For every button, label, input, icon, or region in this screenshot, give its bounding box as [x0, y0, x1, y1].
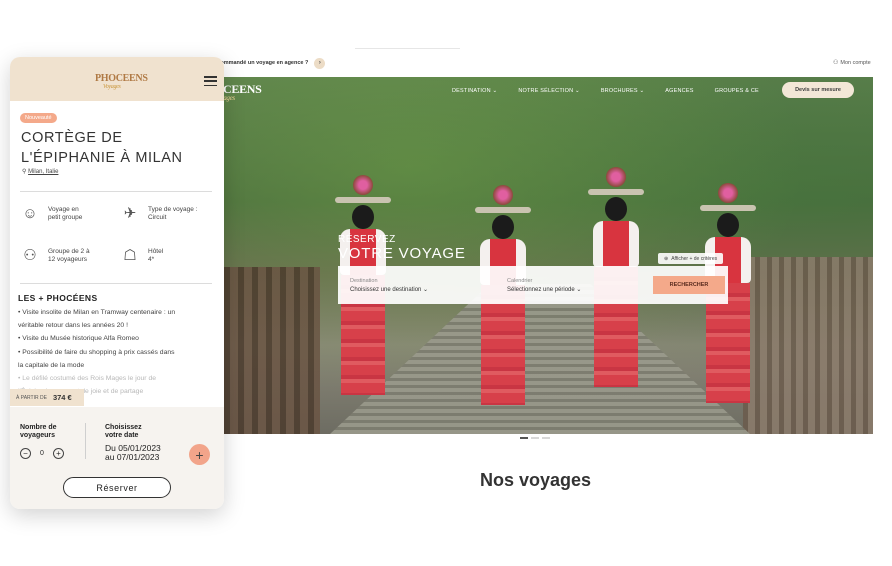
group-icon: ☺	[22, 205, 38, 222]
nav-item-agences[interactable]: AGENCES	[665, 88, 693, 94]
bridge-deck	[330, 284, 750, 434]
user-icon: ⚇	[833, 60, 839, 66]
trip-title: CORTÈGE DE L'ÉPIPHANIE À MILAN	[21, 130, 183, 166]
account-label: Mon compte	[840, 59, 871, 66]
bridge-rail-right	[743, 257, 873, 434]
minus-icon[interactable]: −	[20, 448, 31, 459]
carousel-dot[interactable]	[542, 437, 550, 439]
new-badge: Nouveauté	[20, 113, 57, 123]
divider	[85, 423, 86, 459]
nav-item-groupes[interactable]: GROUPES & CE	[715, 88, 759, 94]
highlights-list: • Visite insolite de Milan en Tramway ce…	[18, 306, 218, 398]
nav-item-selection[interactable]: NOTRE SÉLECTION ⌄	[518, 88, 580, 94]
plane-icon: ✈	[123, 205, 137, 222]
hero-figure	[475, 185, 531, 405]
divider	[20, 191, 212, 192]
travelers-count: 0	[40, 450, 44, 457]
divider	[20, 283, 212, 284]
date-label: Choisissez votre date	[105, 424, 142, 439]
price-tag: À PARTIR DE 374 €	[10, 389, 84, 406]
plus-circle-icon: ⊕	[664, 255, 669, 262]
main-nav: DESTINATION ⌄ NOTRE SÉLECTION ⌄ BROCHURE…	[452, 88, 759, 94]
carousel-dots	[520, 437, 550, 439]
destination-select[interactable]: Destination Choisissez une destination ⌄	[338, 278, 495, 293]
list-item: • Possibilité de faire du shopping à pri…	[18, 348, 175, 356]
trip-location[interactable]: ⚲ Milan, Italie	[22, 168, 58, 175]
price-prefix: À PARTIR DE	[16, 394, 47, 401]
feature-group-size: ⚇ Groupe de 2 à 12 voyageurs	[18, 244, 89, 268]
booking-panel: Nombre de voyageurs Choisissez votre date …	[10, 407, 224, 509]
reserve-button[interactable]: Réserver	[63, 477, 171, 498]
list-item: • Visite insolite de Milan en Tramway ce…	[18, 309, 176, 316]
devis-button[interactable]: Devis sur mesure	[782, 82, 854, 98]
feature-trip-type: ✈ Type de voyage : Circuit	[118, 202, 198, 226]
hero-image	[210, 77, 873, 434]
nav-item-brochures[interactable]: BROCHURES ⌄	[601, 88, 644, 94]
hotel-icon: ☖	[123, 247, 137, 264]
selected-dates[interactable]: Du 05/01/2023 au 07/01/2023	[105, 444, 161, 462]
people-icon: ⚇	[23, 247, 37, 264]
mobile-mockup: PHOCEENS Voyages Nouveauté CORTÈGE DE L'…	[10, 57, 224, 509]
travelers-label: Nombre de voyageurs	[20, 424, 57, 439]
section-title: Nos voyages	[480, 470, 592, 490]
announcement-text: z commandé un voyage en agence ?	[213, 60, 309, 66]
chevron-right-icon[interactable]: ›	[314, 57, 326, 69]
announcement-bar[interactable]: z commandé un voyage en agence ? ›	[213, 57, 326, 69]
location-pin-icon: ⚲	[22, 169, 27, 175]
list-item: la capitale de la mode	[18, 361, 85, 369]
search-button[interactable]: RECHERCHER	[653, 276, 725, 294]
travelers-stepper: − 0 +	[20, 448, 64, 459]
account-link[interactable]: ⚇ Mon compte	[833, 59, 871, 67]
mobile-header: PHOCEENS Voyages	[10, 57, 224, 101]
hamburger-menu-icon[interactable]	[204, 76, 217, 86]
carousel-dot[interactable]	[520, 437, 528, 439]
hero-figure	[700, 183, 756, 403]
hero-title: VOTRE VOYAGE	[338, 245, 466, 262]
add-date-button[interactable]: +	[189, 444, 210, 465]
search-bar: Destination Choisissez une destination ⌄…	[338, 266, 728, 304]
calendar-select[interactable]: Calendrier Sélectionnez une période ⌄	[495, 278, 652, 293]
highlights-heading: LES + PHOCÉENS	[18, 293, 98, 303]
hero-kicker: RÉSERVEZ	[338, 234, 396, 245]
bridge-rail-left	[210, 267, 320, 434]
list-item: véritable retour dans les années 20 !	[18, 322, 128, 330]
feature-small-group: ☺ Voyage en petit groupe	[18, 202, 82, 226]
price-amount: 374 €	[52, 393, 72, 402]
mobile-logo[interactable]: PHOCEENS Voyages	[95, 74, 148, 91]
feature-hotel: ☖ Hôtel 4*	[118, 244, 163, 268]
list-item: • Visite du Musée historique Alfa Romeo	[18, 335, 139, 343]
nav-item-destination[interactable]: DESTINATION ⌄	[452, 88, 497, 94]
list-item: • Le défilé costumé des Rois Mages le jo…	[18, 375, 157, 383]
divider	[355, 48, 460, 49]
carousel-dot[interactable]	[531, 437, 539, 439]
more-criteria-button[interactable]: ⊕ Afficher + de critères	[658, 253, 724, 264]
plus-icon[interactable]: +	[52, 448, 64, 459]
